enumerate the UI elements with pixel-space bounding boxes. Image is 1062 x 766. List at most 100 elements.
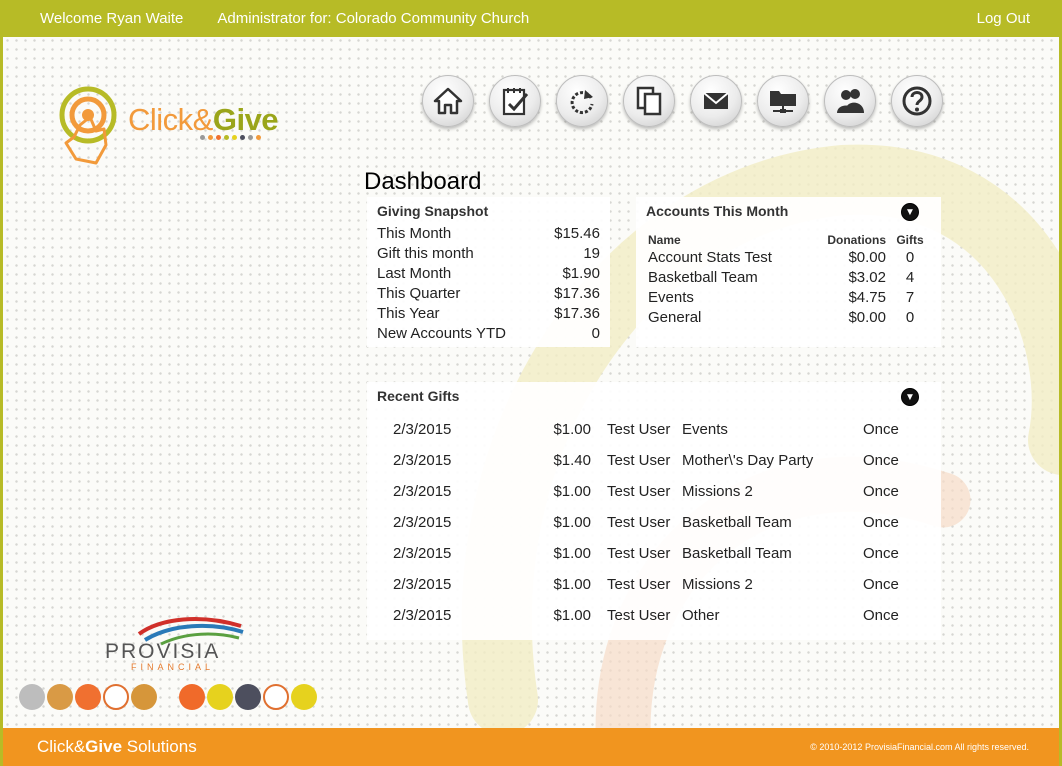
gift-account: Basketball Team [682,545,792,562]
gift-row[interactable]: 2/3/2015 $1.00 Test User Other Once [377,607,931,638]
snapshot-row: This Month $15.46 [377,225,600,245]
recent-collapse-toggle-icon[interactable]: ▼ [901,388,919,406]
account-name: Account Stats Test [648,249,772,266]
account-gifts: 4 [905,269,915,286]
snapshot-value: 0 [591,325,600,342]
account-row[interactable]: General $0.00 0 [646,309,931,329]
color-circle [103,684,129,710]
snapshot-row: This Year $17.36 [377,305,600,325]
gift-row[interactable]: 2/3/2015 $1.00 Test User Basketball Team Onc… [377,545,931,576]
users-icon[interactable] [824,75,876,127]
account-gifts: 7 [905,289,915,306]
color-circle [179,684,205,710]
gift-account: Events [682,421,728,438]
gift-user: Test User [607,607,671,624]
recent-gifts-list: 2/3/2015 $1.00 Test User Events Once 2/3/2015… [377,421,931,638]
snapshot-value: 19 [583,245,600,262]
gift-date: 2/3/2015 [393,452,452,469]
gift-account: Missions 2 [682,576,753,593]
help-icon[interactable] [891,75,943,127]
gift-date: 2/3/2015 [393,421,452,438]
color-circle [75,684,101,710]
account-donations: $3.02 [848,269,886,286]
column-gifts: Gifts [896,233,924,247]
gift-row[interactable]: 2/3/2015 $1.00 Test User Events Once [377,421,931,452]
account-donations: $4.75 [848,289,886,306]
snapshot-label: This Year [377,305,440,322]
gift-date: 2/3/2015 [393,483,452,500]
snapshot-value: $15.46 [554,225,600,242]
account-gifts: 0 [905,309,915,326]
provisia-subtitle: FINANCIAL [131,662,215,672]
account-name: Basketball Team [648,269,758,286]
column-name: Name [648,233,681,247]
gift-frequency: Once [863,545,899,562]
snapshot-label: This Quarter [377,285,461,302]
snapshot-label: New Accounts YTD [377,325,506,342]
gift-amount: $1.00 [553,514,591,531]
copy-icon[interactable] [623,75,675,127]
color-circle [291,684,317,710]
accounts-this-month-panel: Accounts This Month ▼ Name Donations Gif… [636,197,941,347]
gift-amount: $1.00 [553,421,591,438]
account-donations: $0.00 [848,249,886,266]
gift-amount: $1.00 [553,483,591,500]
footer-copyright: © 2010-2012 ProvisiaFinancial.com All ri… [810,742,1029,752]
home-icon[interactable] [422,75,474,127]
gift-date: 2/3/2015 [393,576,452,593]
gift-amount: $1.40 [553,452,591,469]
account-row[interactable]: Events $4.75 7 [646,289,931,309]
account-row[interactable]: Account Stats Test $0.00 0 [646,249,931,269]
click-give-logo[interactable]: Click&Give [58,85,308,175]
gift-row[interactable]: 2/3/2015 $1.00 Test User Missions 2 Once [377,576,931,607]
gift-account: Mother\'s Day Party [682,452,814,469]
gift-frequency: Once [863,421,899,438]
color-circle [131,684,157,710]
gift-frequency: Once [863,607,899,624]
top-bar: Welcome Ryan Waite Administrator for: Co… [3,0,1059,37]
account-name: Events [648,289,694,306]
color-circle [19,684,45,710]
color-circle [47,684,73,710]
color-circle [263,684,289,710]
footer-bar: Click&Give Solutions © 2010-2012 Provisi… [3,728,1059,766]
color-circle [207,684,233,710]
checklist-icon[interactable] [489,75,541,127]
gift-row[interactable]: 2/3/2015 $1.40 Test User Mother\'s Day Part… [377,452,931,483]
recent-gifts-title: Recent Gifts [377,388,460,404]
folder-network-icon[interactable] [757,75,809,127]
gift-frequency: Once [863,514,899,531]
gift-amount: $1.00 [553,576,591,593]
gift-account: Missions 2 [682,483,753,500]
gift-user: Test User [607,545,671,562]
gift-row[interactable]: 2/3/2015 $1.00 Test User Basketball Team Onc… [377,514,931,545]
main-toolbar [422,75,943,127]
mail-icon[interactable] [690,75,742,127]
snapshot-label: Last Month [377,265,452,282]
gift-account: Basketball Team [682,514,792,531]
account-gifts: 0 [905,249,915,266]
column-donations: Donations [827,233,886,247]
color-circle [235,684,261,710]
logo-dots [200,135,261,140]
provisia-logo: PROVISIA FINANCIAL [103,612,253,672]
app-frame: Welcome Ryan Waite Administrator for: Co… [0,0,1062,766]
footer-brand: Click&Give Solutions [37,737,197,756]
gift-date: 2/3/2015 [393,545,452,562]
gift-frequency: Once [863,452,899,469]
provisia-name: PROVISIA [105,640,221,663]
gift-row[interactable]: 2/3/2015 $1.00 Test User Missions 2 Once [377,483,931,514]
refresh-icon[interactable] [556,75,608,127]
accounts-table-header: Name Donations Gifts [646,233,931,249]
gift-user: Test User [607,576,671,593]
gift-user: Test User [607,514,671,531]
logout-link[interactable]: Log Out [977,10,1030,27]
snapshot-row: This Quarter $17.36 [377,285,600,305]
account-row[interactable]: Basketball Team $3.02 4 [646,269,931,289]
snapshot-row: Last Month $1.90 [377,265,600,285]
gift-frequency: Once [863,576,899,593]
snapshot-row: Gift this month 19 [377,245,600,265]
giving-snapshot-title: Giving Snapshot [377,203,489,219]
accounts-table-body: Account Stats Test $0.00 0 Basketball Team $… [646,249,931,329]
accounts-collapse-toggle-icon[interactable]: ▼ [901,203,919,221]
